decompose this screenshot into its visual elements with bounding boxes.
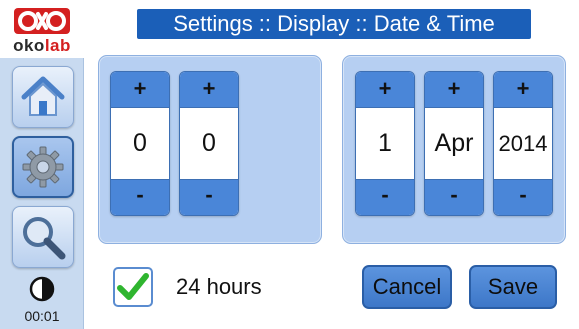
magnifier-icon: [23, 217, 66, 260]
minute-value: 0: [202, 129, 216, 157]
search-button[interactable]: [12, 206, 74, 268]
home-button[interactable]: [12, 66, 74, 128]
day-decrement-button[interactable]: -: [356, 179, 414, 215]
hour-spinner: + 0 -: [110, 71, 170, 216]
day-value: 1: [378, 129, 392, 157]
save-button[interactable]: Save: [469, 265, 557, 309]
month-decrement-button[interactable]: -: [425, 179, 483, 215]
clock-readout: 00:01: [24, 308, 60, 324]
24-hour-label: 24 hours: [176, 274, 262, 299]
month-increment-button[interactable]: +: [425, 72, 483, 108]
year-increment-button[interactable]: +: [494, 72, 552, 108]
date-time-settings-screen: okolab 00:01 Settings:: Display:: Date…: [0, 0, 579, 329]
page-title: Settings :: Display :: Date & Time: [137, 9, 531, 39]
day-spinner: + 1 -: [355, 71, 415, 216]
okolab-mark-icon: [14, 8, 70, 34]
gear-icon: [22, 146, 64, 188]
minute-spinner: + 0 -: [179, 71, 239, 216]
date-panel: + 1 - + Apr - + 2014 -: [342, 55, 566, 244]
month-spinner: + Apr -: [424, 71, 484, 216]
home-icon: [21, 76, 65, 116]
sidebar: okolab 00:01: [0, 0, 84, 329]
year-spinner: + 2014 -: [493, 71, 553, 216]
cancel-button[interactable]: Cancel: [362, 265, 452, 309]
okolab-logo: okolab: [0, 0, 84, 58]
24-hour-checkbox[interactable]: [113, 267, 153, 307]
contrast-icon[interactable]: [29, 276, 55, 302]
year-value: 2014: [498, 131, 548, 156]
hour-value: 0: [133, 129, 147, 157]
month-value: Apr: [434, 129, 474, 157]
hour-decrement-button[interactable]: -: [111, 179, 169, 215]
okolab-wordmark: okolab: [13, 36, 71, 55]
hour-increment-button[interactable]: +: [111, 72, 169, 108]
settings-button[interactable]: [12, 136, 74, 198]
day-increment-button[interactable]: +: [356, 72, 414, 108]
minute-decrement-button[interactable]: -: [180, 179, 238, 215]
minute-increment-button[interactable]: +: [180, 72, 238, 108]
checkmark-icon: [117, 273, 149, 300]
time-panel: + 0 - + 0 -: [98, 55, 322, 244]
year-decrement-button[interactable]: -: [494, 179, 552, 215]
